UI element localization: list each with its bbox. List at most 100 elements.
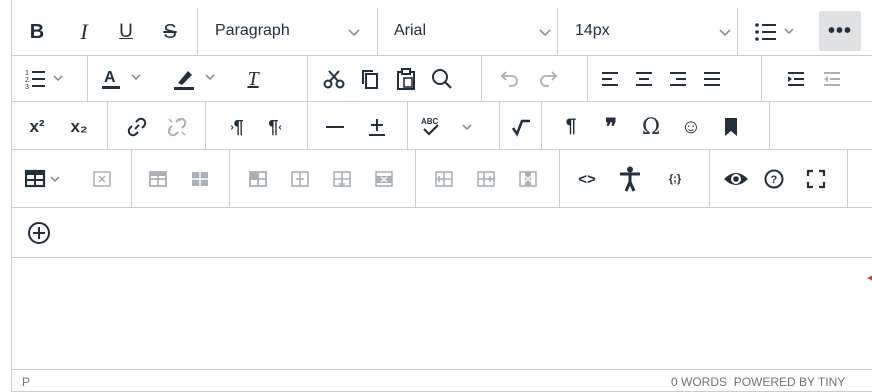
scissors-icon — [323, 70, 345, 89]
find-replace-button[interactable] — [430, 67, 454, 91]
svg-text:3: 3 — [25, 84, 29, 90]
paste-button[interactable] — [394, 67, 418, 91]
help-button[interactable]: ? — [762, 167, 786, 191]
svg-text:1: 1 — [25, 70, 29, 77]
html-editor-button[interactable]: <> — [572, 167, 602, 191]
special-character-button[interactable]: Ω — [638, 115, 664, 140]
add-content-button[interactable] — [26, 220, 52, 246]
show-blocks-button[interactable]: ¶ — [558, 115, 584, 139]
remove-link-button[interactable] — [164, 115, 190, 139]
underline-button[interactable]: U — [116, 20, 136, 44]
font-family-dropdown[interactable]: Arial — [378, 8, 558, 55]
italic-button[interactable]: I — [74, 19, 94, 44]
list-group: 1 2 3 — [12, 56, 88, 101]
insert-column-icon — [435, 171, 453, 187]
svg-text:ABC: ABC — [421, 117, 439, 126]
redo-button[interactable] — [536, 67, 560, 91]
editor-content-area[interactable] — [12, 258, 872, 370]
rtl-pilcrow: ¶ — [268, 116, 279, 137]
indent-button[interactable] — [784, 67, 808, 91]
code-group: <> {;} — [560, 150, 710, 207]
strikethrough-button[interactable]: S — [160, 20, 180, 44]
font-size-value: 14px — [575, 22, 610, 39]
equation-button[interactable] — [364, 115, 390, 139]
fullscreen-button[interactable] — [804, 167, 828, 191]
split-cells-button[interactable] — [288, 167, 312, 191]
element-path[interactable]: P — [22, 375, 30, 389]
math-group — [500, 102, 542, 149]
search-icon — [432, 69, 452, 89]
blockquote-button[interactable]: ❞ — [598, 114, 624, 139]
table-rows-group — [132, 150, 230, 207]
toolbar-row-2: 1 2 3 A T — [12, 56, 872, 102]
delete-row-button[interactable] — [372, 167, 396, 191]
toolbar-row-5 — [12, 208, 872, 258]
cell-properties-button[interactable] — [188, 167, 212, 191]
plus-minus-icon — [369, 119, 385, 136]
insert-column-before-button[interactable] — [432, 167, 456, 191]
bookmark-icon — [725, 118, 737, 136]
word-count[interactable]: 0 WORDS — [671, 375, 727, 389]
text-color-button[interactable]: A — [102, 66, 154, 92]
insert-column-after-button[interactable] — [474, 167, 498, 191]
direction-group: › ¶ ¶ ‹ — [206, 102, 308, 149]
accessibility-checker-button[interactable] — [616, 165, 644, 193]
more-toolbar-button[interactable]: ••• — [819, 11, 861, 51]
emoji-button[interactable]: ☺ — [678, 115, 704, 139]
subscript-button[interactable]: x₂ — [64, 115, 94, 139]
font-family-value: Arial — [394, 22, 427, 39]
rtl-button[interactable]: ¶ ‹ — [262, 115, 288, 139]
align-center-button[interactable] — [632, 67, 656, 91]
block-format-dropdown[interactable]: Paragraph — [198, 8, 378, 55]
highlighter-icon — [174, 71, 215, 90]
ltr-button[interactable]: › ¶ — [224, 115, 250, 139]
preview-button[interactable] — [722, 167, 750, 191]
link-icon — [127, 117, 147, 137]
align-justify-button[interactable] — [700, 67, 724, 91]
horizontal-line-button[interactable] — [322, 115, 348, 139]
outdent-button[interactable] — [820, 67, 844, 91]
font-size-dropdown[interactable]: 14px — [558, 8, 738, 55]
copy-button[interactable] — [358, 67, 382, 91]
align-right-button[interactable] — [666, 67, 690, 91]
color-group: A T — [88, 56, 308, 101]
eye-icon — [724, 173, 748, 185]
bold-button[interactable]: B — [26, 20, 48, 44]
chevron-down-icon — [539, 29, 551, 37]
table-row-icon — [149, 171, 167, 187]
insert-link-button[interactable] — [124, 115, 150, 139]
accessibility-icon — [620, 166, 640, 192]
bullet-list-button[interactable] — [752, 20, 802, 44]
table-insert-group — [12, 150, 132, 207]
alignment-group — [588, 56, 762, 101]
powered-by-link[interactable]: POWERED BY TINY — [734, 375, 846, 389]
help-icon: ? — [764, 169, 784, 189]
unlink-icon — [167, 117, 187, 137]
align-left-button[interactable] — [598, 67, 622, 91]
template-button[interactable]: {;} — [660, 167, 690, 191]
fullscreen-icon — [806, 169, 826, 189]
clear-formatting-button[interactable]: T — [240, 66, 266, 92]
spellcheck-button[interactable]: ABC — [420, 115, 484, 139]
superscript-button[interactable]: x² — [22, 115, 52, 139]
delete-column-button[interactable] — [516, 167, 540, 191]
insert-row-button[interactable] — [330, 167, 354, 191]
math-button[interactable] — [508, 115, 534, 139]
cut-button[interactable] — [322, 67, 346, 91]
marker-arrow-icon — [867, 274, 872, 282]
ltr-pilcrow: ¶ — [233, 116, 244, 137]
insert-row-icon — [333, 171, 351, 187]
spellcheck-group: ABC — [408, 102, 500, 149]
undo-button[interactable] — [498, 67, 522, 91]
text-color-icon: A — [102, 69, 141, 89]
delete-table-button[interactable] — [90, 167, 114, 191]
table-button[interactable] — [24, 167, 72, 191]
numbered-list-button[interactable]: 1 2 3 — [24, 67, 78, 91]
insert-column-after-icon — [477, 171, 495, 187]
highlight-color-button[interactable] — [174, 66, 228, 92]
row-properties-button[interactable] — [146, 167, 170, 191]
merge-cells-icon — [249, 171, 267, 187]
square-root-icon — [511, 119, 530, 137]
bookmark-button[interactable] — [718, 115, 744, 139]
merge-cells-button[interactable] — [246, 167, 270, 191]
